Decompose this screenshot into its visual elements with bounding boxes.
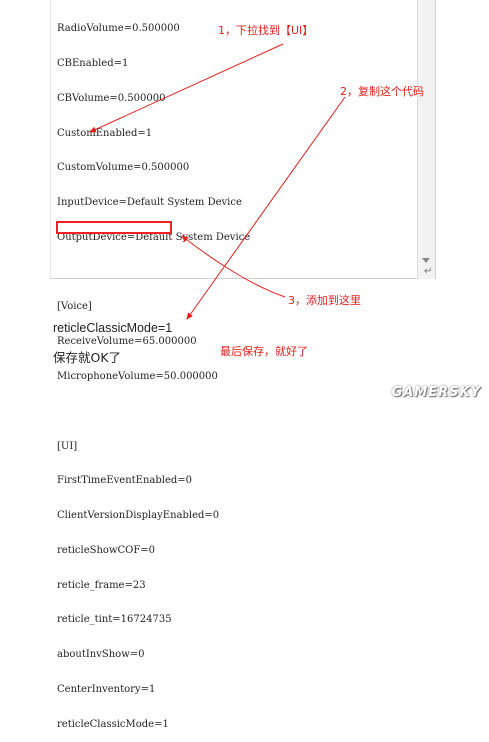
editor-line: CenterInventory=1: [57, 684, 156, 696]
editor-line: MicrophoneVolume=50.000000: [57, 371, 218, 382]
editor-line: CustomEnabled=1: [57, 127, 153, 139]
editor-line: [UI]: [57, 440, 78, 452]
resize-grip-icon[interactable]: ↵: [424, 266, 436, 278]
editor-line: InputDevice=Default System Device: [57, 197, 242, 209]
highlight-box: [56, 221, 172, 234]
editor-line: reticleClassicMode=1: [57, 718, 169, 730]
gamersky-watermark: GAMERSKY: [391, 385, 481, 400]
annotation-final: 最后保存，就好了: [220, 345, 308, 358]
editor-line: reticle_tint=16724735: [57, 614, 172, 626]
annotation-step-2: 2，复制这个代码: [340, 85, 424, 98]
annotation-step-3: 3，添加到这里: [288, 294, 361, 307]
vertical-scrollbar[interactable]: [417, 0, 435, 279]
editor-line: CBEnabled=1: [57, 57, 129, 69]
save-note-text: 保存就OK了: [53, 350, 122, 365]
code-line-text: reticleClassicMode=1: [53, 321, 173, 335]
editor-line: reticleShowCOF=0: [57, 544, 156, 556]
editor-line: CustomVolume=0.500000: [57, 162, 190, 174]
editor-line: [Voice]: [57, 301, 92, 313]
editor-line: aboutInvShow=0: [57, 649, 145, 661]
editor-line: ClientVersionDisplayEnabled=0: [57, 510, 220, 522]
annotation-step-1: 1，下拉找到【UI】: [218, 24, 314, 37]
editor-line: FirstTimeEventEnabled=0: [57, 475, 193, 487]
editor-text[interactable]: RadioVolume=0.500000 CBEnabled=1 CBVolum…: [57, 0, 250, 742]
editor-line: reticle_frame=23: [57, 579, 146, 591]
scroll-down-arrow-icon[interactable]: [422, 258, 430, 263]
editor-line: CBVolume=0.500000: [57, 92, 166, 104]
